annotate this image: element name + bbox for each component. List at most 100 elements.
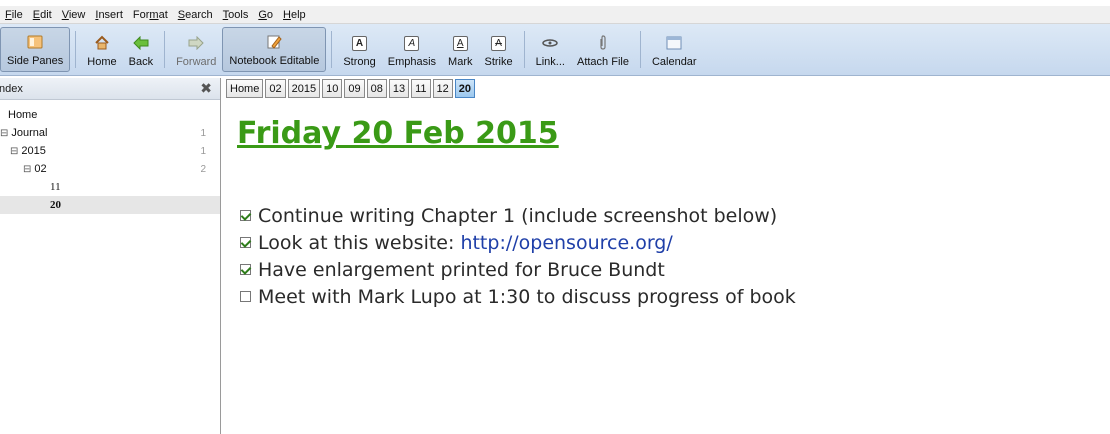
index-pane-title: ndex: [0, 82, 23, 95]
checked-checkbox-icon[interactable]: [240, 237, 251, 248]
task-item: Continue writing Chapter 1 (include scre…: [240, 202, 796, 229]
checked-checkbox-icon[interactable]: [240, 210, 251, 221]
tree-item-11[interactable]: 11: [0, 178, 220, 196]
page-title: Friday 20 Feb 2015: [237, 116, 559, 151]
attach-file-button[interactable]: Attach File: [571, 27, 635, 72]
link-icon: [541, 35, 559, 51]
menu-help[interactable]: Help: [278, 9, 311, 21]
task-list: Continue writing Chapter 1 (include scre…: [240, 202, 796, 310]
task-text: Continue writing Chapter 1 (include scre…: [258, 204, 778, 227]
link-button[interactable]: Link...: [530, 27, 571, 72]
index-tree: Home ⊟ Journal 1 ⊟ 2015 1 ⊟ 02 2 11 20: [0, 100, 220, 214]
unchecked-checkbox-icon[interactable]: [240, 291, 251, 302]
tree-item-2015[interactable]: ⊟ 2015 1: [0, 142, 220, 160]
pathbar-button[interactable]: 10: [322, 79, 343, 98]
tree-item-label: 2015: [21, 145, 46, 157]
strike-button[interactable]: A Strike: [479, 27, 519, 72]
menu-edit[interactable]: Edit: [28, 9, 57, 21]
forward-label: Forward: [176, 56, 217, 68]
collapse-icon[interactable]: ⊟: [10, 146, 18, 157]
task-text: Look at this website:: [258, 231, 461, 254]
task-text: Have enlargement printed for Bruce Bundt: [258, 258, 665, 281]
toolbar-separator: [523, 31, 525, 68]
mark-label: Mark: [448, 56, 473, 68]
pathbar-button[interactable]: 02: [265, 79, 286, 98]
pathbar-button[interactable]: 13: [388, 79, 410, 98]
side-panes-icon: [26, 34, 44, 50]
task-item: Look at this website: http://opensource.…: [240, 229, 796, 256]
italic-icon: A: [404, 35, 420, 51]
notebook-editable-button[interactable]: Notebook Editable: [222, 27, 327, 72]
emphasis-button[interactable]: A Emphasis: [382, 27, 442, 72]
index-pane-header: ndex ✖: [0, 78, 220, 100]
page-editor[interactable]: Friday 20 Feb 2015 Continue writing Chap…: [222, 102, 1110, 434]
menu-bar: File Edit View Insert Format Search Tool…: [0, 6, 1110, 24]
home-button[interactable]: Home: [81, 27, 122, 72]
link-label: Link...: [535, 56, 565, 68]
pathbar-button[interactable]: 11: [411, 79, 431, 98]
toolbar-separator: [639, 31, 641, 68]
side-panes-button[interactable]: Side Panes: [0, 27, 71, 72]
home-label: Home: [87, 56, 117, 68]
menu-insert[interactable]: Insert: [90, 9, 128, 21]
strong-label: Strong: [343, 56, 376, 68]
tree-item-count: 1: [200, 145, 206, 157]
task-item: Meet with Mark Lupo at 1:30 to discuss p…: [240, 283, 796, 310]
strong-button[interactable]: A Strong: [337, 27, 381, 72]
toolbar-separator: [164, 31, 166, 68]
toolbar-separator: [331, 31, 333, 68]
emphasis-label: Emphasis: [387, 56, 437, 68]
menu-view[interactable]: View: [57, 9, 91, 21]
close-icon[interactable]: ✖: [200, 80, 212, 97]
pencil-icon: [265, 34, 283, 50]
menu-go[interactable]: Go: [253, 9, 278, 21]
pathbar-button-current[interactable]: 20: [454, 79, 475, 98]
tree-item-label: Home: [8, 109, 38, 121]
tree-item-journal[interactable]: ⊟ Journal 1: [0, 124, 220, 142]
tree-item-02[interactable]: ⊟ 02 2: [0, 160, 220, 178]
attach-file-label: Attach File: [576, 56, 629, 68]
mark-button[interactable]: A Mark: [442, 27, 478, 72]
tree-item-count: 2: [200, 163, 206, 175]
highlight-icon: A: [452, 35, 468, 51]
toolbar-separator: [75, 31, 77, 68]
paperclip-icon: [594, 35, 612, 51]
tree-item-count: 1: [200, 127, 206, 139]
back-arrow-icon: [132, 35, 150, 51]
menu-search[interactable]: Search: [173, 9, 218, 21]
strike-label: Strike: [484, 56, 513, 68]
tree-item-label: 11: [50, 181, 61, 193]
index-pane: ndex ✖ Home ⊟ Journal 1 ⊟ 2015 1 ⊟ 02 2 …: [0, 78, 221, 434]
collapse-icon[interactable]: ⊟: [0, 128, 8, 139]
website-link[interactable]: http://opensource.org/: [460, 232, 672, 254]
menu-tools[interactable]: Tools: [218, 9, 254, 21]
home-icon: [93, 35, 111, 51]
pathbar-button-home[interactable]: Home: [226, 79, 264, 98]
notebook-editable-label: Notebook Editable: [229, 55, 320, 67]
forward-arrow-icon: [187, 35, 205, 51]
pathbar-button[interactable]: 12: [432, 79, 453, 98]
checked-checkbox-icon[interactable]: [240, 264, 251, 275]
tree-item-20[interactable]: 20: [0, 196, 220, 214]
strikethrough-icon: A: [491, 35, 507, 51]
pathbar-button[interactable]: 09: [344, 79, 365, 98]
back-button[interactable]: Back: [123, 27, 159, 72]
tree-item-home[interactable]: Home: [0, 106, 220, 124]
back-label: Back: [128, 56, 154, 68]
tree-item-label: 02: [34, 163, 47, 175]
collapse-icon[interactable]: ⊟: [23, 164, 31, 175]
pathbar-button[interactable]: 2015: [287, 79, 321, 98]
calendar-button[interactable]: Calendar: [646, 27, 703, 72]
calendar-label: Calendar: [651, 56, 697, 68]
forward-button[interactable]: Forward: [170, 27, 222, 72]
toolbar: Side Panes Home Back Forward Notebook Ed…: [0, 24, 1110, 76]
pathbar: Home 02 2015 10 09 08 13 11 12 20: [226, 79, 475, 99]
pathbar-button[interactable]: 08: [366, 79, 387, 98]
side-panes-label: Side Panes: [7, 55, 64, 67]
menu-file[interactable]: File: [0, 9, 28, 21]
tree-item-label: 20: [50, 199, 61, 211]
bold-icon: A: [352, 35, 368, 51]
menu-format[interactable]: Format: [128, 9, 173, 21]
calendar-icon: [665, 35, 683, 51]
task-item: Have enlargement printed for Bruce Bundt: [240, 256, 796, 283]
